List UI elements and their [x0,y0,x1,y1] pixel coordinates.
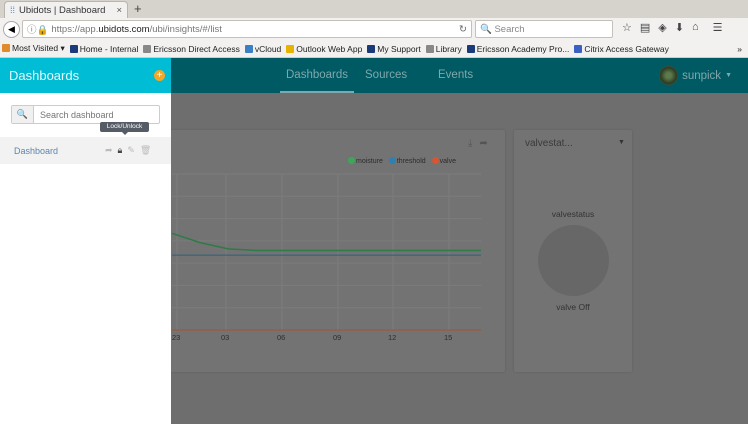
lock-unlock-tooltip: Lock/Unlock [100,122,149,135]
trash-icon[interactable]: 🗑︎ [140,145,151,156]
search-icon[interactable]: 🔍 [12,106,34,123]
widget-menu-caret-icon[interactable]: ▼ [618,139,625,146]
x-tick-label: 09 [333,333,342,342]
lock-icon[interactable]: 🔒︎ [118,145,123,156]
share-icon[interactable]: ➦ [105,145,113,156]
x-tick-label: 12 [388,333,397,342]
valve-indicator[interactable] [538,225,609,296]
x-tick-label: 23 [172,333,181,342]
dashboards-sidebar: Dashboards + 🔍 Dashboard ➦ 🔒︎ ✎ 🗑︎ Lock/… [0,58,171,424]
edit-pencil-icon[interactable]: ✎ [127,145,135,156]
x-tick-label: 15 [444,333,453,342]
dashboard-link[interactable]: Dashboard [0,146,58,156]
x-tick-label: 03 [221,333,230,342]
valve-variable-name: valvestatus [551,209,595,219]
valve-widget-title: valvestat... [525,138,573,149]
dashboard-list-item[interactable]: Dashboard ➦ 🔒︎ ✎ 🗑︎ [0,137,171,164]
add-dashboard-button[interactable]: + [154,70,165,81]
valve-state: valve Off [556,302,590,312]
x-tick-label: 06 [277,333,286,342]
sidebar-title: Dashboards [0,58,171,93]
series-line-moisture [171,232,481,252]
search-dashboard-input[interactable] [34,109,154,120]
